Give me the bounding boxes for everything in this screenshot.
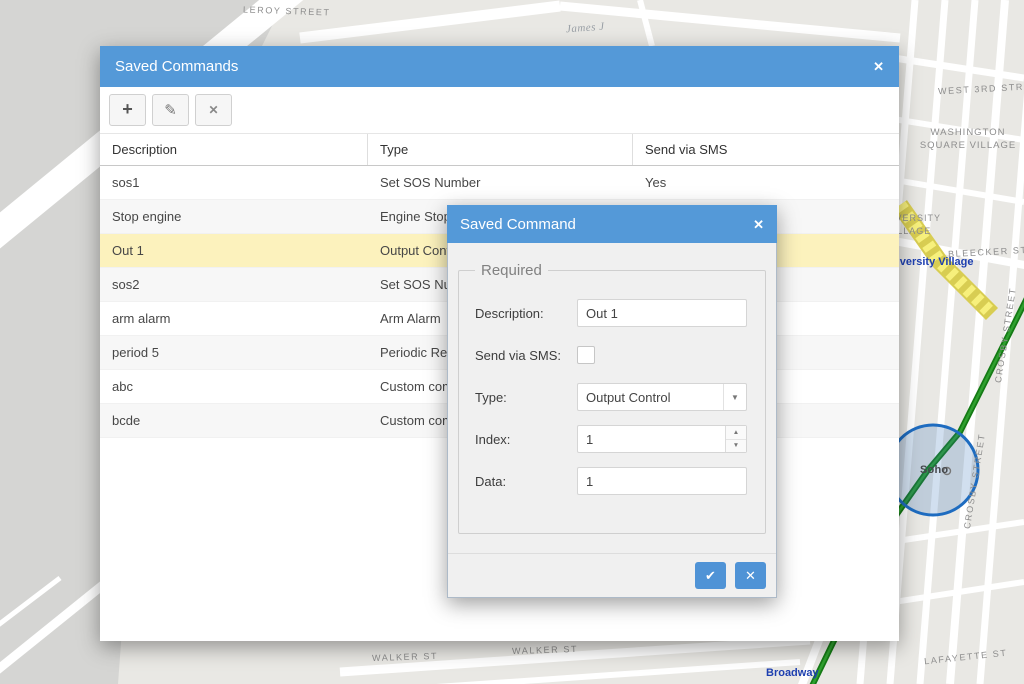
plus-icon: + [122,99,133,120]
spinner-down-icon[interactable]: ▼ [726,440,746,453]
fieldset-legend: Required [475,262,548,279]
table-header: Description Type Send via SMS [100,134,899,166]
spinner-buttons: ▲ ▼ [725,426,746,452]
table-row[interactable]: sos1 Set SOS Number Yes [100,166,899,200]
sms-label: Send via SMS: [475,348,577,363]
sms-row: Send via SMS: [475,341,753,369]
cell-description: period 5 [100,336,368,369]
pencil-icon: ✎ [164,101,177,119]
type-select[interactable]: Output Control ▼ [577,383,747,411]
column-header-sms[interactable]: Send via SMS [633,134,897,165]
type-row: Type: Output Control ▼ [475,383,753,411]
cell-description: Out 1 [100,234,368,267]
cell-description: Stop engine [100,200,368,233]
cell-description: arm alarm [100,302,368,335]
spinner-up-icon[interactable]: ▲ [726,426,746,440]
description-label: Description: [475,306,577,321]
description-row: Description: [475,299,753,327]
cell-type: Set SOS Number [368,166,633,199]
index-field[interactable] [577,425,747,453]
dialog-title: Saved Command [460,216,576,233]
data-label: Data: [475,474,577,489]
index-label: Index: [475,432,577,447]
edit-command-button[interactable]: ✎ [152,94,189,126]
add-command-button[interactable]: + [109,94,146,126]
saved-command-footer: ✔ ✕ [448,553,776,597]
cell-sms: Yes [633,166,897,199]
cell-description: abc [100,370,368,403]
data-field[interactable] [577,467,747,495]
cell-description: sos2 [100,268,368,301]
cancel-icon: ✕ [745,568,756,584]
cell-description: bcde [100,404,368,437]
delete-command-button[interactable]: ✕ [195,94,232,126]
index-row: Index: ▲ ▼ [475,425,753,453]
app-root: LEROY STREET James J WEST 3RD STR WASHIN… [0,0,1024,684]
send-sms-checkbox[interactable] [577,346,595,364]
checkmark-icon: ✔ [705,568,716,584]
saved-command-body: Required Description: Send via SMS: Type… [448,262,776,573]
type-value: Output Control [578,390,723,405]
saved-command-dialog: Saved Command ✕ Required Description: Se… [447,205,777,598]
saved-commands-titlebar[interactable]: Saved Commands ✕ [100,46,899,87]
index-stepper: ▲ ▼ [577,425,747,453]
commands-toolbar: + ✎ ✕ [100,87,899,134]
cell-description: sos1 [100,166,368,199]
required-fieldset: Required Description: Send via SMS: Type… [458,262,766,534]
column-header-description[interactable]: Description [100,134,368,165]
geofence-circle [888,425,978,515]
data-row: Data: [475,467,753,495]
type-label: Type: [475,390,577,405]
chevron-down-icon[interactable]: ▼ [723,384,746,410]
description-field[interactable] [577,299,747,327]
confirm-button[interactable]: ✔ [695,562,726,589]
dialog-title: Saved Commands [115,58,238,75]
column-header-type[interactable]: Type [368,134,633,165]
close-icon[interactable]: ✕ [873,60,884,73]
delete-icon: ✕ [208,103,218,117]
saved-command-titlebar[interactable]: Saved Command ✕ [447,205,777,243]
cancel-button[interactable]: ✕ [735,562,766,589]
close-icon[interactable]: ✕ [753,218,764,231]
